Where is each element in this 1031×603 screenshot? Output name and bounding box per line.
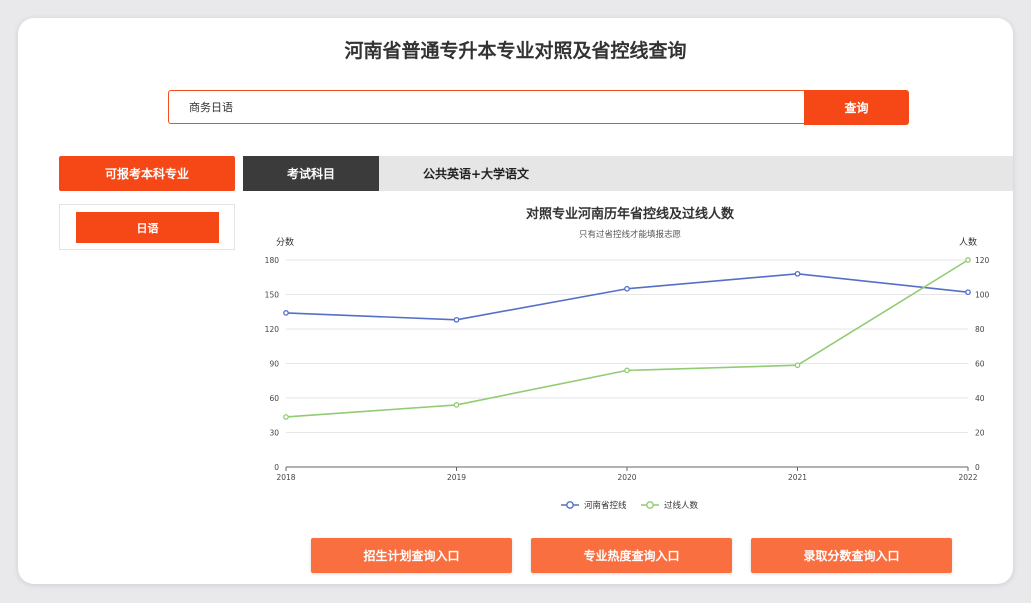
y-right-tick-label: 60 [975,360,985,369]
y-left-tick-label: 120 [265,325,280,334]
data-point [794,362,801,369]
x-tick-label: 2022 [958,473,977,482]
y-right-tick-label: 40 [975,394,985,403]
data-point [283,310,289,316]
admission-score-button[interactable]: 录取分数查询入口 [751,538,952,573]
y-left-tick-label: 0 [274,463,279,472]
y-right-tick-label: 120 [975,256,990,265]
y-left-tick-label: 180 [265,256,280,265]
x-tick-label: 2019 [447,473,466,482]
y-right-tick-label: 0 [975,463,980,472]
data-point [794,270,801,277]
chart-subtitle: 只有过省控线才能填报志愿 [579,229,682,240]
chart-series [283,257,971,420]
chart-title: 对照专业河南历年省控线及过线人数 [526,206,735,222]
enrollment-plan-button[interactable]: 招生计划查询入口 [311,538,512,573]
y-left-tick-label: 30 [269,429,279,438]
x-tick-label: 2020 [617,473,636,482]
data-point [965,257,971,263]
y-right-tick-label: 80 [975,325,985,334]
y-left-tick-label: 60 [269,394,279,403]
data-point [624,367,630,374]
chart-grid [286,259,968,433]
major-popularity-button[interactable]: 专业热度查询入口 [531,538,732,573]
y-right-axis-label: 人数 [959,236,977,248]
series-line-0 [285,272,969,321]
x-tick-label: 2021 [788,473,807,482]
y-right-tick-label: 20 [975,429,985,438]
y-left-tick-label: 90 [269,360,279,369]
data-point [453,316,460,323]
data-point [453,402,460,408]
data-point [965,289,971,296]
legend-marker-0 [566,501,574,509]
x-tick-label: 2018 [276,473,295,482]
score-line-chart: 对照专业河南历年省控线及过线人数 只有过省控线才能填报志愿 分数 人数 0 30 6… [265,206,990,511]
legend-label-1: 过线人数 [664,500,699,511]
chart-legend[interactable]: 河南省控线 过线人数 [561,500,699,511]
legend-marker-1 [646,501,654,509]
y-right-tick-label: 100 [975,291,990,300]
series-line-1 [285,259,969,418]
main-card: 河南省普通专升本专业对照及省控线查询 查询 可报考本科专业 日语 考试科目 公共… [18,18,1013,584]
data-point [624,285,630,292]
y-left-tick-label: 150 [265,291,280,300]
data-point [283,414,289,420]
y-left-axis-label: 分数 [276,236,294,248]
legend-label-0: 河南省控线 [584,500,627,511]
